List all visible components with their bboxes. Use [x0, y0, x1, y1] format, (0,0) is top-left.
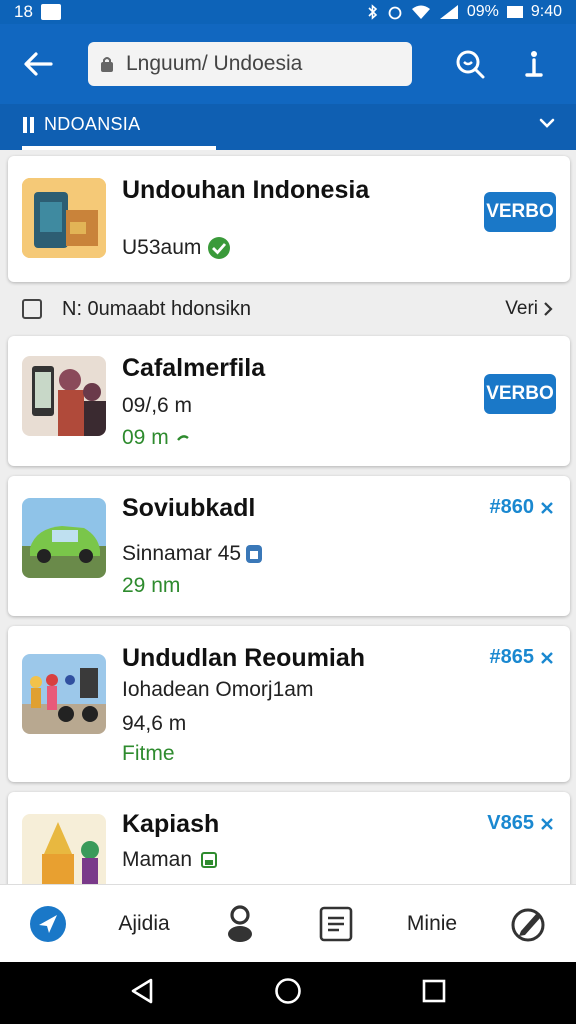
close-icon: [541, 817, 553, 830]
tab-indicator: [22, 146, 216, 150]
url-text: Lnguum/ Undoesia: [126, 52, 303, 75]
item-download-label: #860: [489, 496, 535, 518]
featured-title: Undouhan Indonesia: [122, 176, 370, 204]
item-title: Kapiash: [122, 810, 220, 838]
nav-item-ajidia[interactable]: Ajidia: [96, 912, 192, 936]
item-thumbnail: [22, 654, 106, 734]
item-line-1: Maman: [122, 848, 218, 872]
item-download-button[interactable]: V865: [487, 812, 554, 835]
item-download-button[interactable]: #860: [490, 496, 555, 519]
close-icon: [541, 651, 553, 664]
item-line-2: 09 m: [122, 426, 189, 450]
circle-home-icon: [275, 977, 301, 1004]
lock-icon: [101, 57, 113, 72]
item-line-1-text: Sinnamar 45: [122, 542, 242, 565]
featured-subtitle-text: U53aum: [122, 236, 202, 259]
square-recents-icon: [422, 979, 445, 1002]
edit-icon: [511, 908, 545, 941]
more-label: Veri: [505, 298, 538, 319]
item-download-label: V865: [487, 812, 534, 834]
leaf-icon: [176, 435, 189, 441]
clock: 9:40: [530, 3, 562, 20]
system-back-button[interactable]: [129, 977, 155, 1010]
select-all-checkbox[interactable]: [22, 299, 42, 319]
battery-icon: [506, 6, 523, 18]
bluetooth-icon: [368, 4, 378, 20]
item-line-2: 29 nm: [122, 574, 181, 597]
list-item[interactable]: Soviubkadl Sinnamar 45 29 nm #860: [8, 476, 570, 616]
status-left-text: 18: [14, 2, 33, 21]
item-thumbnail: [22, 498, 106, 578]
featured-card[interactable]: Undouhan Indonesia U53aum VERBO: [8, 156, 570, 282]
nav-explore[interactable]: [0, 905, 96, 943]
chevron-right-icon: [544, 302, 553, 316]
verified-icon: [208, 237, 231, 259]
featured-subtitle: U53aum: [122, 236, 231, 260]
status-bar: 18 09% 9:40: [0, 0, 576, 24]
tab-bar: NDOANSIA: [0, 104, 576, 150]
url-bar[interactable]: Lnguum/ Undoesia: [88, 42, 412, 86]
back-button[interactable]: [14, 40, 62, 88]
featured-thumbnail: [22, 178, 106, 258]
user-icon: [228, 904, 252, 942]
info-button[interactable]: [510, 40, 558, 88]
close-icon: [541, 501, 553, 514]
system-home-button[interactable]: [274, 977, 302, 1010]
document-icon: [319, 906, 353, 941]
item-title: Undudlan Reoumiah: [122, 644, 366, 672]
battery-tag-icon: [201, 852, 218, 868]
nav-edit[interactable]: [480, 905, 576, 943]
arrow-left-icon: [24, 52, 53, 76]
battery-percent: 09%: [466, 3, 499, 20]
alarm-icon: [388, 6, 402, 20]
selection-label: N: 0umaabt hdonsikn: [62, 297, 252, 320]
list-item[interactable]: Undudlan Reoumiah Iohadean Omorj1am 94,6…: [8, 626, 570, 782]
triangle-back-icon: [132, 978, 153, 1003]
wifi-icon: [411, 5, 430, 19]
selection-row: N: 0umaabt hdonsikn Veri: [0, 286, 576, 332]
tab-label: NDOANSIA: [44, 114, 141, 134]
item-line-1: 09/,6 m: [122, 394, 193, 417]
expand-tabs-button[interactable]: [538, 116, 556, 135]
search-icon: [456, 50, 485, 79]
item-line-1: Iohadean Omorj1am: [122, 678, 314, 701]
nav-profile[interactable]: [192, 904, 288, 944]
item-download-button[interactable]: #865: [490, 646, 555, 669]
item-line-1: Sinnamar 45: [122, 542, 263, 566]
info-icon: [525, 51, 543, 77]
tab-indonesia[interactable]: NDOANSIA: [22, 114, 140, 135]
system-recents-button[interactable]: [421, 978, 447, 1009]
item-thumbnail: [22, 356, 106, 436]
signal-icon: [439, 5, 458, 19]
book-icon: [23, 116, 34, 133]
item-action-button[interactable]: VERBO: [484, 374, 556, 414]
compass-icon: [30, 905, 66, 942]
item-title: Soviubkadl: [122, 494, 256, 522]
app-bar: Lnguum/ Undoesia: [0, 24, 576, 104]
nav-documents[interactable]: [288, 906, 384, 942]
notification-icon: [40, 4, 61, 20]
search-button[interactable]: [446, 40, 494, 88]
list-item[interactable]: Cafalmerfila 09/,6 m 09 m VERBO: [8, 336, 570, 466]
item-title: Cafalmerfila: [122, 354, 266, 382]
item-line-2-text: 09 m: [122, 426, 169, 449]
item-line-1-text: Maman: [122, 848, 193, 871]
system-navigation-bar: [0, 962, 576, 1024]
nav-item-minie[interactable]: Minie: [384, 912, 480, 936]
item-download-label: #865: [489, 646, 535, 668]
more-link[interactable]: Veri: [505, 298, 554, 320]
bottom-navigation: Ajidia Minie: [0, 884, 576, 962]
item-line-3: Fitme: [122, 742, 175, 765]
item-line-2: 94,6 m: [122, 712, 187, 735]
chevron-down-icon: [539, 118, 555, 128]
tag-icon: [246, 545, 263, 563]
item-thumbnail: [22, 814, 106, 894]
featured-action-button[interactable]: VERBO: [484, 192, 556, 232]
